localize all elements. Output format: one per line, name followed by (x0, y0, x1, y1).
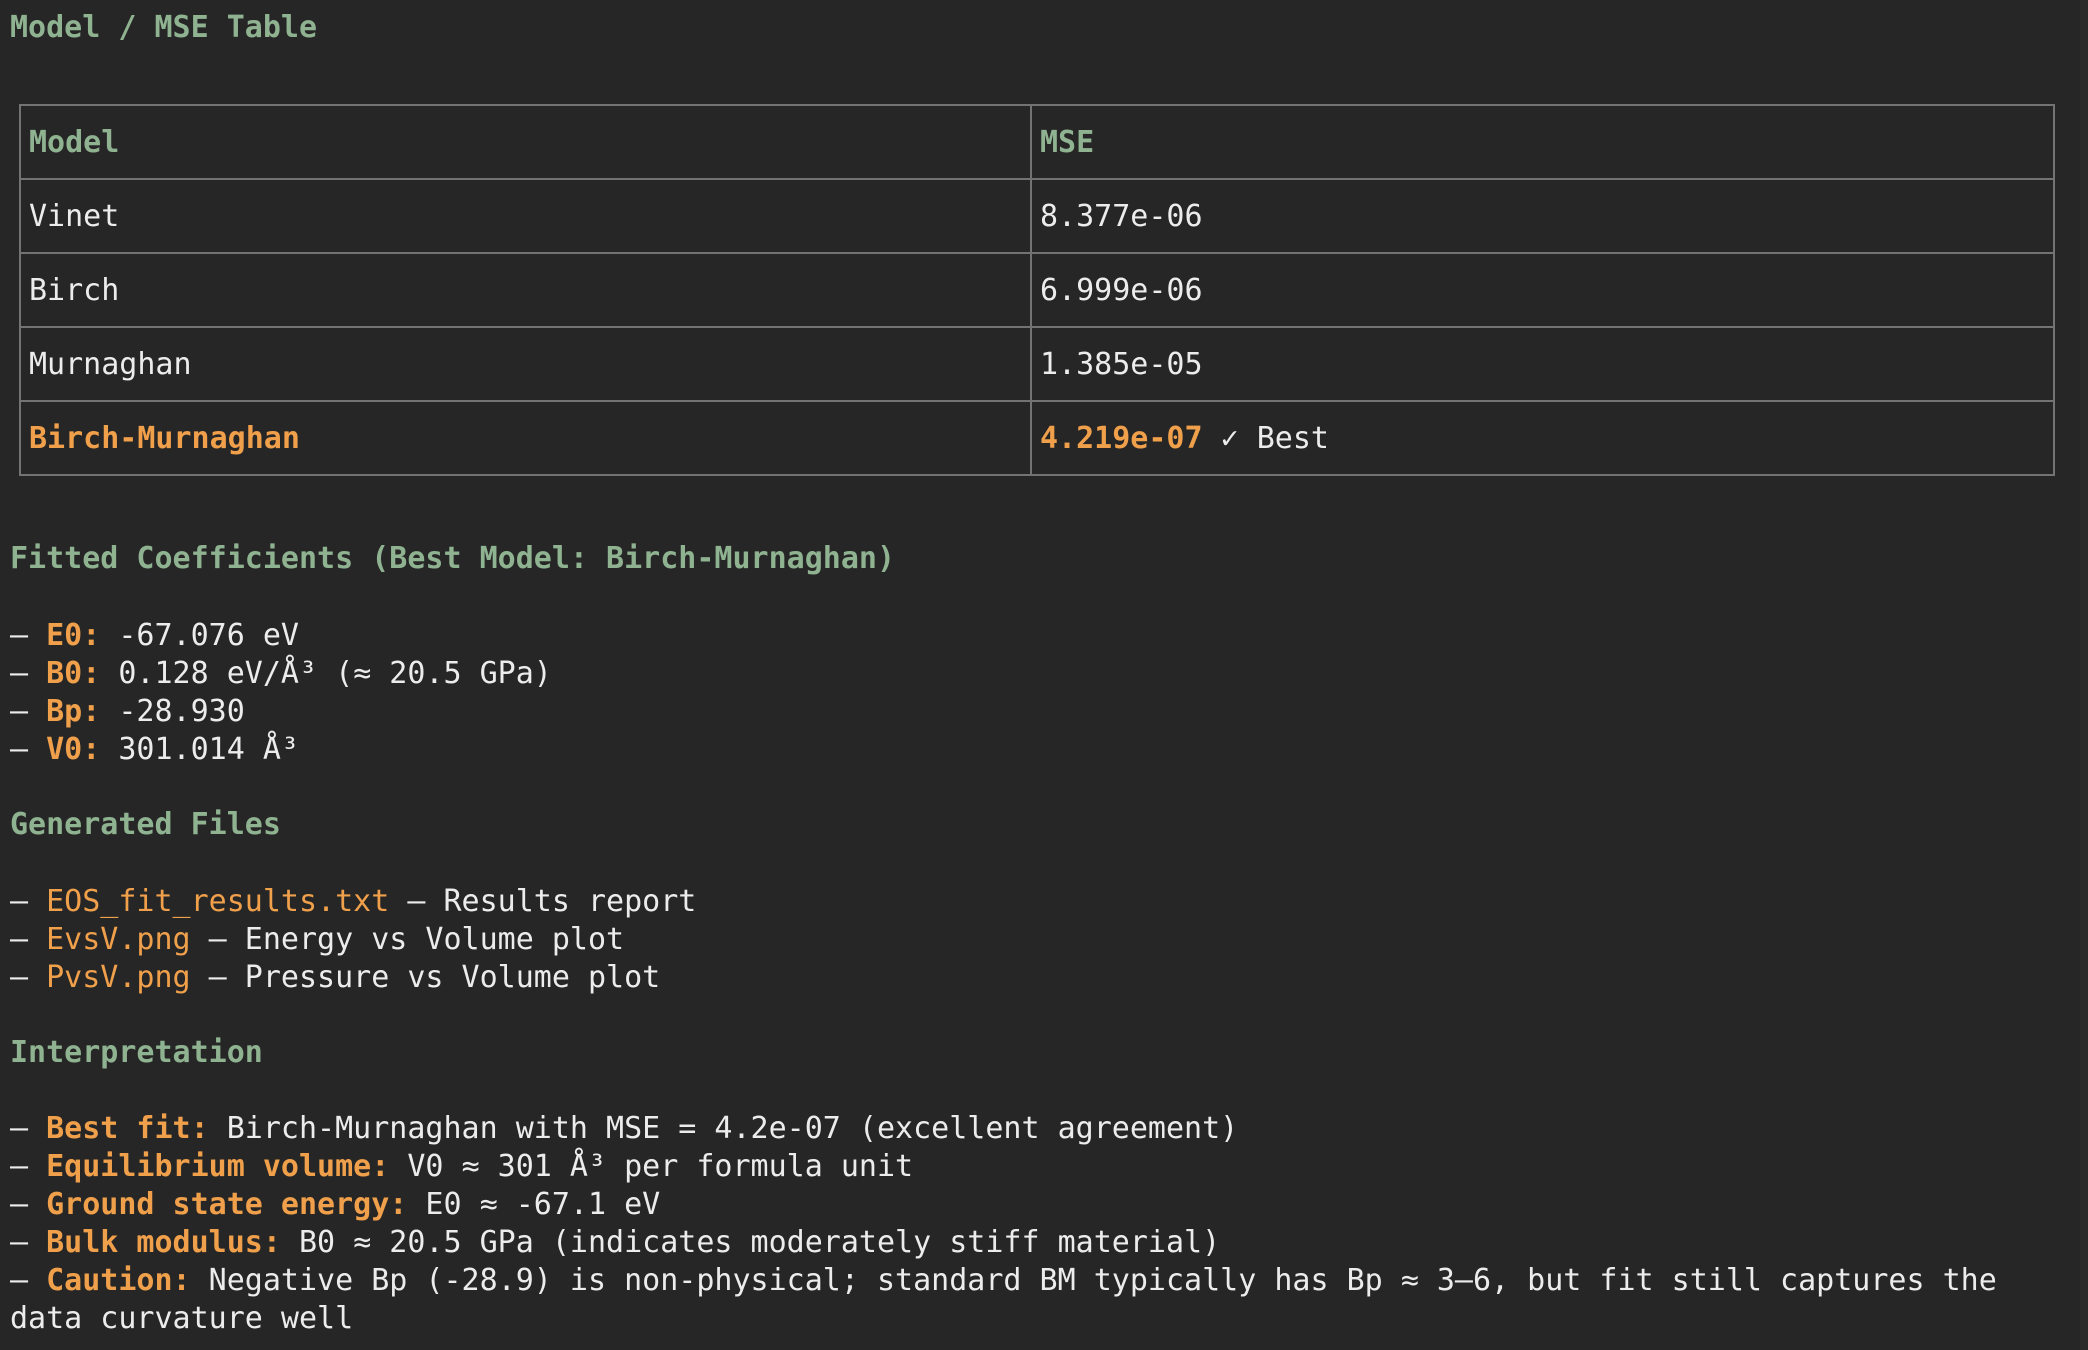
file-link[interactable]: EOS_fit_results.txt (46, 884, 389, 919)
interp-value: B0 ≈ 20.5 GPa (indicates moderately stif… (280, 1225, 1221, 1260)
list-item: – Equilibrium volume: V0 ≈ 301 Å³ per fo… (10, 1149, 914, 1184)
interp-value: V0 ≈ 301 Å³ per formula unit (389, 1149, 914, 1184)
page-title: Model / MSE Table (10, 10, 318, 45)
cell-model-best: Birch-Murnaghan (19, 400, 1032, 476)
coef-key: V0: (46, 732, 101, 767)
coef-key: Bp: (46, 694, 101, 729)
interp-value: E0 ≈ -67.1 eV (407, 1187, 661, 1222)
coef-value: -67.076 eV (118, 618, 299, 653)
list-item: – EOS_fit_results.txt – Results report (10, 884, 697, 919)
interp-value: Birch-Murnaghan with MSE = 4.2e-07 (exce… (208, 1111, 1239, 1146)
cell-model: Birch (19, 252, 1032, 328)
interp-key: Caution: (46, 1263, 191, 1298)
file-description: – Energy vs Volume plot (190, 922, 625, 957)
table-row: Birch 6.999e-06 (19, 252, 2055, 328)
list-item: – EvsV.png – Energy vs Volume plot (10, 922, 625, 957)
interp-key: Equilibrium volume: (46, 1149, 390, 1184)
coef-value: -28.930 (118, 694, 245, 729)
file-link[interactable]: PvsV.png (46, 960, 191, 995)
table-row: Murnaghan 1.385e-05 (19, 326, 2055, 402)
cell-mse-best: 4.219e-07 ✓ Best (1030, 400, 2055, 476)
best-mse-value: 4.219e-07 (1040, 420, 1203, 456)
cell-mse: 6.999e-06 (1030, 252, 2055, 328)
list-item: – PvsV.png – Pressure vs Volume plot (10, 960, 661, 995)
file-link[interactable]: EvsV.png (46, 922, 191, 957)
file-description: – Pressure vs Volume plot (190, 960, 661, 995)
coef-value: 0.128 eV/Å³ (≈ 20.5 GPa) (118, 656, 552, 691)
list-item: – Best fit: Birch-Murnaghan with MSE = 4… (10, 1111, 1239, 1146)
header-mse: MSE (1030, 104, 2055, 180)
interp-key: Best fit: (46, 1111, 209, 1146)
table-row-best: Birch-Murnaghan 4.219e-07 ✓ Best (19, 400, 2055, 476)
list-item: – E0: -67.076 eV (10, 618, 299, 653)
coefficients-heading: Fitted Coefficients (Best Model: Birch-M… (10, 541, 896, 576)
interpretation-heading: Interpretation (10, 1035, 263, 1070)
cell-model: Murnaghan (19, 326, 1032, 402)
coefficients-list: – E0: -67.076 eV – B0: 0.128 eV/Å³ (≈ 20… (10, 617, 552, 769)
cell-mse: 1.385e-05 (1030, 326, 2055, 402)
cell-model: Vinet (19, 178, 1032, 254)
model-mse-table: Model MSE Vinet 8.377e-06 Birch 6.999e-0… (19, 104, 2055, 476)
list-item: – Caution: Negative Bp (-28.9) is non-ph… (10, 1263, 1997, 1336)
table-header-row: Model MSE (19, 104, 2055, 180)
table-row: Vinet 8.377e-06 (19, 178, 2055, 254)
interpretation-list: – Best fit: Birch-Murnaghan with MSE = 4… (10, 1110, 2000, 1338)
files-heading: Generated Files (10, 807, 281, 842)
coef-key: E0: (46, 618, 101, 653)
list-item: – Bp: -28.930 (10, 694, 245, 729)
coef-value: 301.014 Å³ (118, 732, 299, 767)
scrollbar-track[interactable] (2080, 0, 2088, 1350)
interp-key: Ground state energy: (46, 1187, 408, 1222)
list-item: – V0: 301.014 Å³ (10, 732, 299, 767)
file-description: – Results report (389, 884, 697, 919)
coef-key: B0: (46, 656, 101, 691)
interp-key: Bulk modulus: (46, 1225, 281, 1260)
best-badge: ✓ Best (1220, 420, 1329, 456)
interp-value: Negative Bp (-28.9) is non-physical; sta… (10, 1263, 1997, 1336)
list-item: – Ground state energy: E0 ≈ -67.1 eV (10, 1187, 661, 1222)
list-item: – Bulk modulus: B0 ≈ 20.5 GPa (indicates… (10, 1225, 1221, 1260)
cell-mse: 8.377e-06 (1030, 178, 2055, 254)
header-model: Model (19, 104, 1032, 180)
files-list: – EOS_fit_results.txt – Results report –… (10, 883, 696, 997)
list-item: – B0: 0.128 eV/Å³ (≈ 20.5 GPa) (10, 656, 552, 691)
